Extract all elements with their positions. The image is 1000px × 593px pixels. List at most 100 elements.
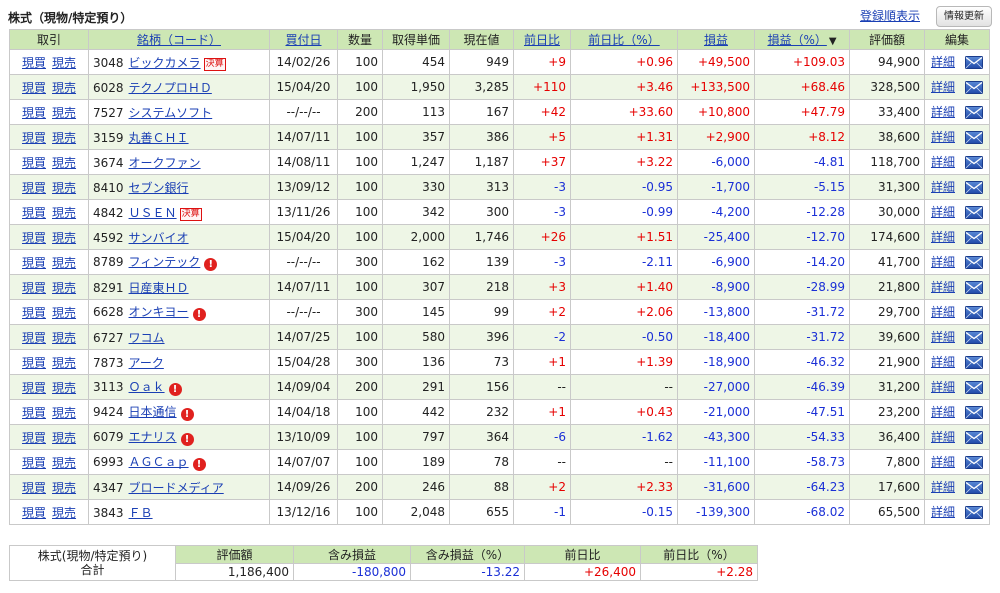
detail-link[interactable]: 詳細 [931,305,955,319]
stock-name-link[interactable]: 丸善ＣＨＩ [129,131,189,145]
detail-link[interactable]: 詳細 [931,330,955,344]
sell-link[interactable]: 現売 [52,181,76,195]
stock-name-link[interactable]: エナリス [129,430,177,444]
detail-link[interactable]: 詳細 [931,255,955,269]
buy-link[interactable]: 現買 [22,281,46,295]
detail-link[interactable]: 詳細 [931,55,955,69]
col-header-change-pct-label[interactable]: 前日比（%） [588,33,659,47]
stock-name-link[interactable]: ＵＳＥＮ [129,206,177,220]
col-header-change-pct[interactable]: 前日比（%） [570,29,678,50]
detail-link[interactable]: 詳細 [931,280,955,294]
buy-link[interactable]: 現買 [22,331,46,345]
sell-link[interactable]: 現売 [52,431,76,445]
buy-link[interactable]: 現買 [22,306,46,320]
refresh-info-button[interactable]: 情報更新 [936,6,992,27]
mail-icon[interactable] [965,105,983,122]
buy-link[interactable]: 現買 [22,356,46,370]
col-header-pl-pct-label[interactable]: 損益（%） [767,33,826,47]
buy-link[interactable]: 現買 [22,181,46,195]
stock-name-link[interactable]: サンバイオ [129,231,189,245]
detail-link[interactable]: 詳細 [931,405,955,419]
detail-link[interactable]: 詳細 [931,80,955,94]
mail-icon[interactable] [965,330,983,347]
mail-icon[interactable] [965,405,983,422]
buy-link[interactable]: 現買 [22,131,46,145]
mail-icon[interactable] [965,155,983,172]
alert-icon[interactable]: ! [192,308,206,321]
sell-link[interactable]: 現売 [52,231,76,245]
mail-icon[interactable] [965,205,983,222]
detail-link[interactable]: 詳細 [931,180,955,194]
stock-name-link[interactable]: ビックカメラ [129,56,201,70]
buy-link[interactable]: 現買 [22,481,46,495]
mail-icon[interactable] [965,380,983,397]
mail-icon[interactable] [965,55,983,72]
mail-icon[interactable] [965,505,983,522]
mail-icon[interactable] [965,130,983,147]
stock-name-link[interactable]: オークファン [129,156,201,170]
mail-icon[interactable] [965,305,983,322]
alert-icon[interactable]: ! [180,433,194,446]
sell-link[interactable]: 現売 [52,481,76,495]
col-header-pl[interactable]: 損益 [677,29,755,50]
detail-link[interactable]: 詳細 [931,380,955,394]
buy-link[interactable]: 現買 [22,506,46,520]
buy-link[interactable]: 現買 [22,81,46,95]
sell-link[interactable]: 現売 [52,456,76,470]
buy-link[interactable]: 現買 [22,256,46,270]
sell-link[interactable]: 現売 [52,356,76,370]
stock-name-link[interactable]: ワコム [129,331,165,345]
mail-icon[interactable] [965,255,983,272]
sell-link[interactable]: 現売 [52,381,76,395]
buy-link[interactable]: 現買 [22,231,46,245]
col-header-buy-date[interactable]: 買付日 [269,29,338,50]
buy-link[interactable]: 現買 [22,156,46,170]
stock-name-link[interactable]: セブン銀行 [129,181,189,195]
registered-order-link[interactable]: 登録順表示 [860,7,920,24]
sell-link[interactable]: 現売 [52,206,76,220]
buy-link[interactable]: 現買 [22,56,46,70]
stock-name-link[interactable]: ＡＧＣａｐ [129,455,189,469]
detail-link[interactable]: 詳細 [931,430,955,444]
stock-name-link[interactable]: ブロードメディア [129,481,224,495]
mail-icon[interactable] [965,430,983,447]
sell-link[interactable]: 現売 [52,131,76,145]
detail-link[interactable]: 詳細 [931,455,955,469]
mail-icon[interactable] [965,230,983,247]
detail-link[interactable]: 詳細 [931,205,955,219]
sell-link[interactable]: 現売 [52,331,76,345]
mail-icon[interactable] [965,355,983,372]
stock-name-link[interactable]: 日本通信 [129,405,177,419]
mail-icon[interactable] [965,80,983,97]
buy-link[interactable]: 現買 [22,431,46,445]
alert-icon[interactable]: ! [180,408,194,421]
stock-name-link[interactable]: アーク [129,356,164,370]
sell-link[interactable]: 現売 [52,306,76,320]
col-header-buy-date-label[interactable]: 買付日 [285,33,321,47]
sell-link[interactable]: 現売 [52,56,76,70]
sell-link[interactable]: 現売 [52,281,76,295]
col-header-stock-label[interactable]: 銘柄（コード） [137,33,221,47]
sell-link[interactable]: 現売 [52,156,76,170]
stock-name-link[interactable]: テクノプロＨＤ [129,81,212,95]
detail-link[interactable]: 詳細 [931,105,955,119]
detail-link[interactable]: 詳細 [931,505,955,519]
mail-icon[interactable] [965,280,983,297]
mail-icon[interactable] [965,480,983,497]
buy-link[interactable]: 現買 [22,206,46,220]
stock-name-link[interactable]: Ｏａｋ [129,380,165,394]
col-header-change-label[interactable]: 前日比 [524,33,560,47]
mail-icon[interactable] [965,455,983,472]
col-header-pl-label[interactable]: 損益 [704,33,728,47]
sell-link[interactable]: 現売 [52,106,76,120]
detail-link[interactable]: 詳細 [931,480,955,494]
mail-icon[interactable] [965,180,983,197]
sell-link[interactable]: 現売 [52,406,76,420]
stock-name-link[interactable]: フィンテック [129,255,201,269]
stock-name-link[interactable]: ＦＢ [129,506,153,520]
buy-link[interactable]: 現買 [22,106,46,120]
buy-link[interactable]: 現買 [22,406,46,420]
sell-link[interactable]: 現売 [52,506,76,520]
detail-link[interactable]: 詳細 [931,155,955,169]
sell-link[interactable]: 現売 [52,81,76,95]
